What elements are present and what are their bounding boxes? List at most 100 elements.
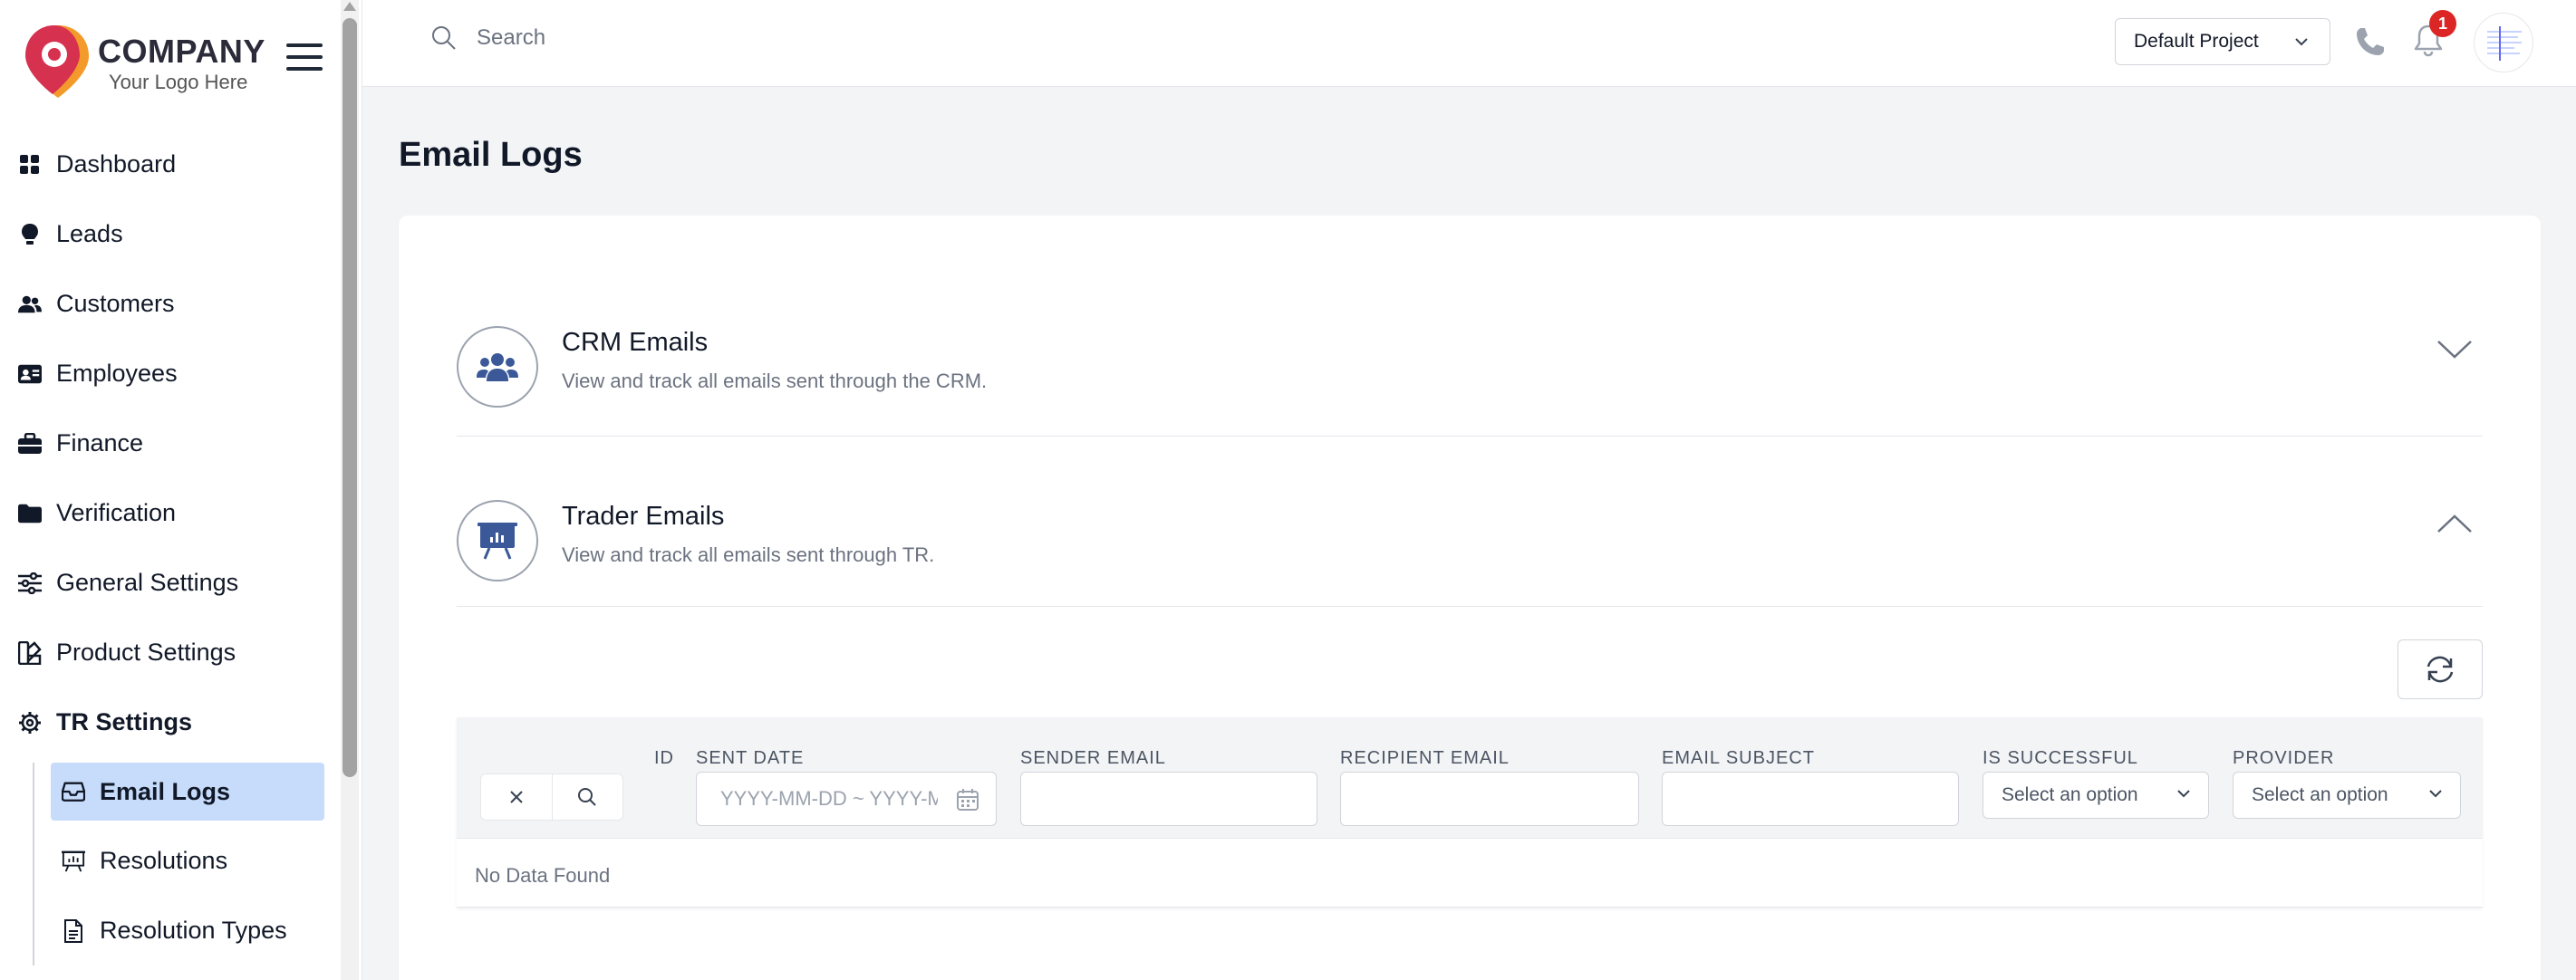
email-logs-table: ID SENT DATE YYYY-MM-DD ~ YYYY-MM-DD SEN… [457, 717, 2483, 908]
sidebar-item-finance[interactable]: Finance [0, 408, 337, 478]
column-header-recipient-email: RECIPIENT EMAIL [1340, 748, 1510, 768]
sidebar-item-label: Verification [56, 499, 177, 526]
presentation-chart-icon [478, 523, 517, 560]
close-icon [510, 791, 523, 803]
table-header: ID SENT DATE YYYY-MM-DD ~ YYYY-MM-DD SEN… [457, 717, 2483, 839]
select-placeholder: Select an option [2252, 784, 2388, 805]
recipient-email-filter-input[interactable] [1340, 772, 1639, 826]
calendar-icon[interactable] [956, 788, 979, 812]
date-range-placeholder: YYYY-MM-DD ~ YYYY-MM-DD [720, 787, 938, 810]
column-header-email-subject: EMAIL SUBJECT [1662, 748, 1815, 768]
sidebar-item-label: Finance [56, 429, 144, 456]
sliders-icon [18, 572, 42, 595]
sent-date-range-input[interactable]: YYYY-MM-DD ~ YYYY-MM-DD [696, 772, 997, 826]
sidebar-item-label: General Settings [56, 569, 239, 596]
email-logs-card: CRM Emails View and track all emails sen… [399, 216, 2541, 980]
users-group-icon [477, 353, 518, 381]
email-subject-filter-input[interactable] [1662, 772, 1959, 826]
trader-emails-avatar [457, 500, 538, 581]
column-header-is-successful: IS SUCCESSFUL [1983, 748, 2138, 768]
logo-pin-icon [25, 25, 89, 98]
inbox-icon [62, 780, 85, 803]
users-icon [18, 293, 42, 316]
sidebar-nav: Dashboard Leads Customers Employees Fina… [0, 130, 337, 966]
id-card-icon [18, 362, 42, 386]
sidebar-item-label: Product Settings [56, 639, 236, 666]
sidebar-scrollbar[interactable] [341, 0, 359, 980]
search-field[interactable]: Search [431, 25, 545, 51]
gear-icon [18, 711, 42, 735]
column-header-id: ID [654, 748, 674, 768]
sidebar-item-verification[interactable]: Verification [0, 478, 337, 548]
select-placeholder: Select an option [2002, 784, 2138, 805]
scroll-up-arrow-icon[interactable] [343, 2, 356, 11]
logo-tagline: Your Logo Here [109, 71, 248, 93]
sidebar-item-label: Dashboard [56, 150, 177, 178]
sender-email-filter-input[interactable] [1020, 772, 1317, 826]
sidebar-subitem-resolutions[interactable]: Resolutions [34, 826, 337, 896]
company-logo[interactable]: COMPANY Your Logo Here [25, 24, 270, 101]
section-title: CRM Emails [562, 328, 709, 357]
sidebar-item-employees[interactable]: Employees [0, 339, 337, 408]
column-header-sent-date: SENT DATE [696, 748, 805, 768]
refresh-button[interactable] [2398, 639, 2483, 699]
sidebar-item-label: Employees [56, 360, 178, 387]
sidebar: COMPANY Your Logo Here Dashboard Leads C… [0, 0, 362, 980]
sidebar-subitem-email-logs[interactable]: Email Logs [51, 763, 324, 821]
scrollbar-thumb[interactable] [343, 18, 357, 777]
column-header-sender-email: SENDER EMAIL [1020, 748, 1166, 768]
top-bar: Search Default Project 1 [362, 0, 2576, 87]
is-successful-select[interactable]: Select an option [1983, 772, 2209, 819]
apply-filters-button[interactable] [551, 774, 623, 820]
sidebar-subitem-resolution-types[interactable]: Resolution Types [34, 896, 337, 966]
provider-select[interactable]: Select an option [2233, 772, 2461, 819]
chevron-down-icon [2177, 790, 2190, 798]
sidebar-item-product-settings[interactable]: Product Settings [0, 618, 337, 687]
refresh-icon [2426, 656, 2454, 683]
section-description: View and track all emails sent through t… [562, 370, 988, 392]
sidebar-item-dashboard[interactable]: Dashboard [0, 130, 337, 199]
palette-icon [18, 640, 42, 665]
sidebar-item-tr-settings[interactable]: TR Settings [0, 687, 337, 757]
clear-filters-button[interactable] [481, 774, 552, 820]
sidebar-item-customers[interactable]: Customers [0, 269, 337, 339]
section-description: View and track all emails sent through T… [562, 543, 935, 566]
sidebar-item-label: Customers [56, 290, 175, 317]
avatar-image-icon [2487, 26, 2522, 61]
sidebar-item-label: TR Settings [56, 708, 193, 735]
empty-state-message: No Data Found [475, 864, 611, 887]
briefcase-icon [18, 432, 42, 456]
section-title: Trader Emails [562, 502, 725, 531]
sidebar-item-general-settings[interactable]: General Settings [0, 548, 337, 618]
presentation-icon [62, 850, 85, 873]
project-select[interactable]: Default Project [2115, 18, 2330, 65]
sidebar-subitem-label: Resolutions [100, 847, 228, 874]
menu-toggle-button[interactable] [286, 43, 323, 72]
search-input[interactable]: Search [477, 25, 545, 51]
notification-count-badge: 1 [2429, 10, 2456, 37]
crm-emails-avatar [457, 326, 538, 408]
chevron-down-icon [2295, 38, 2308, 46]
sidebar-item-leads[interactable]: Leads [0, 199, 337, 269]
chevron-down-icon[interactable] [2436, 339, 2474, 360]
user-avatar[interactable] [2474, 13, 2533, 72]
sidebar-subitem-label: Resolution Types [100, 917, 287, 944]
hamburger-icon [286, 43, 323, 47]
phone-icon[interactable] [2354, 25, 2387, 58]
search-icon [432, 26, 456, 50]
lightbulb-icon [18, 223, 42, 246]
filter-actions [480, 773, 623, 821]
column-header-provider: PROVIDER [2233, 748, 2335, 768]
chevron-up-icon[interactable] [2436, 513, 2474, 534]
sidebar-subitem-label: Email Logs [100, 777, 231, 805]
page-title: Email Logs [399, 136, 583, 174]
logo-brand-name: COMPANY [98, 33, 265, 70]
trader-emails-section[interactable]: Trader Emails View and track all emails … [457, 498, 2483, 607]
tr-settings-submenu: Email Logs Resolutions Resolution Types [33, 763, 337, 966]
crm-emails-section[interactable]: CRM Emails View and track all emails sen… [457, 324, 2483, 437]
folder-icon [18, 502, 42, 525]
search-icon [578, 788, 596, 806]
sidebar-item-label: Leads [56, 220, 123, 247]
chevron-down-icon [2429, 790, 2442, 798]
document-icon [62, 918, 85, 943]
